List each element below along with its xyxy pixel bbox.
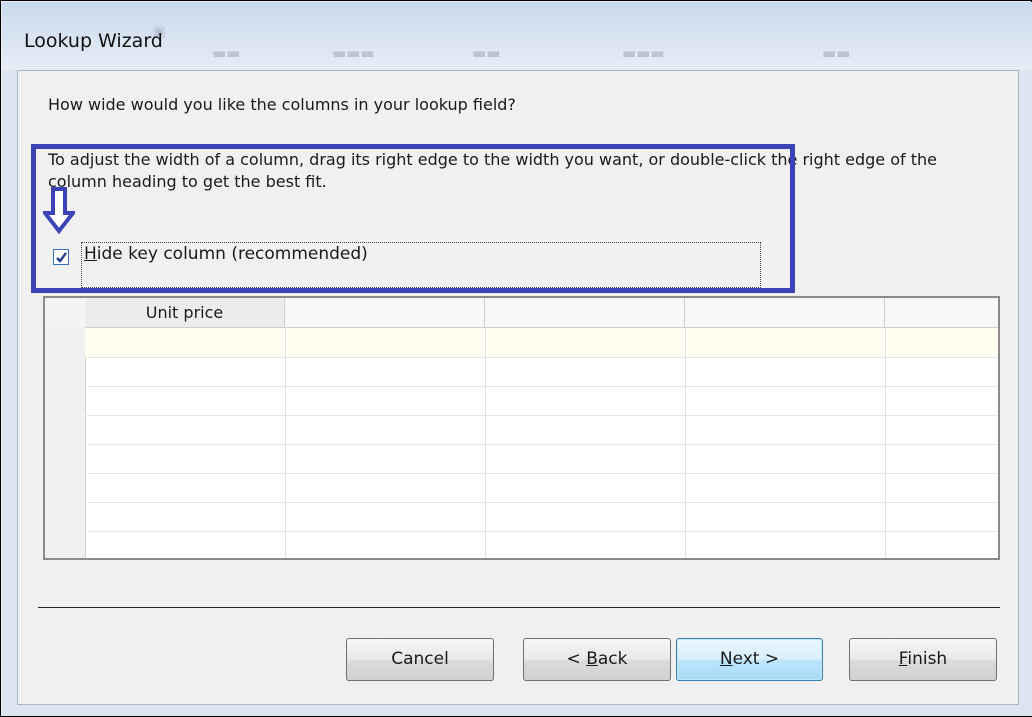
title-bar[interactable]: ▣ ▬▬ ▬▬▬ ▬▬ ▬▬▬ ▬▬ Lookup Wizard	[2, 2, 1032, 70]
ribbon-ghost: ▬▬	[822, 44, 851, 62]
finish-button[interactable]: Finish	[849, 638, 997, 681]
back-button[interactable]: < Back	[523, 638, 671, 681]
table-row[interactable]	[85, 531, 998, 558]
window-title: Lookup Wizard	[24, 30, 163, 52]
column-header[interactable]	[885, 298, 998, 328]
table-row[interactable]	[85, 386, 998, 416]
annotation-highlight-box	[31, 144, 795, 293]
column-divider	[485, 328, 486, 558]
back-prefix: <	[566, 649, 587, 669]
column-header-unit-price[interactable]: Unit price	[85, 298, 285, 328]
cancel-button[interactable]: Cancel	[346, 638, 494, 681]
wizard-body: How wide would you like the columns in y…	[17, 70, 1019, 705]
table-row[interactable]	[85, 357, 998, 387]
table-row[interactable]	[85, 444, 998, 474]
lookup-wizard-window: ▣ ▬▬ ▬▬▬ ▬▬ ▬▬▬ ▬▬ Lookup Wizard How wid…	[0, 0, 1032, 717]
accel-key-b: B	[586, 649, 598, 669]
next-button[interactable]: Next >	[676, 638, 823, 681]
window-border-left	[2, 70, 17, 710]
column-divider	[285, 328, 286, 558]
button-separator	[38, 607, 1000, 608]
column-divider	[885, 328, 886, 558]
next-label: ext >	[732, 649, 780, 669]
column-width-grid[interactable]: Unit price	[43, 296, 1000, 560]
back-label: ack	[597, 649, 628, 669]
ribbon-ghost: ▬▬▬	[332, 44, 375, 62]
grid-corner[interactable]	[45, 298, 86, 329]
ribbon-ghost: ▬▬▬	[622, 44, 665, 62]
table-row[interactable]	[85, 328, 998, 358]
table-row[interactable]	[85, 502, 998, 532]
finish-label: inish	[907, 649, 948, 669]
window-border-right	[1017, 70, 1032, 710]
column-divider	[685, 328, 686, 558]
wizard-question: How wide would you like the columns in y…	[48, 95, 516, 114]
column-header[interactable]	[285, 298, 485, 328]
ribbon-ghost: ▬▬	[212, 44, 241, 62]
row-selector-column	[45, 328, 86, 558]
annotation-down-arrow-icon	[43, 187, 75, 235]
column-header[interactable]	[485, 298, 685, 328]
ribbon-ghost: ▬▬	[472, 44, 501, 62]
column-header[interactable]	[685, 298, 885, 328]
accel-key-n: N	[719, 649, 733, 669]
table-row[interactable]	[85, 415, 998, 445]
table-row[interactable]	[85, 473, 998, 503]
